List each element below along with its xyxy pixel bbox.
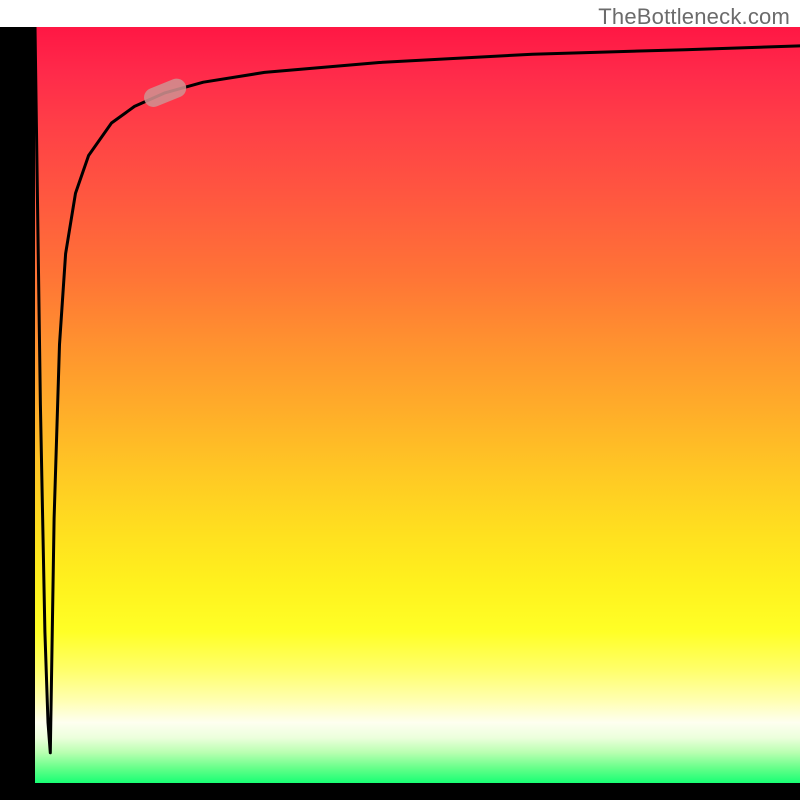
x-axis-bar [0, 783, 800, 800]
chart-title [0, 0, 1, 1]
curve-layer [35, 27, 800, 783]
y-axis-bar [0, 27, 35, 783]
watermark-label: TheBottleneck.com [598, 4, 790, 30]
plot-area [35, 27, 800, 783]
x-axis-label [0, 0, 1, 1]
curve-marker [141, 76, 189, 110]
y-axis-label [0, 0, 1, 1]
chart-frame: TheBottleneck.com [0, 0, 800, 800]
curve-line [35, 27, 800, 753]
